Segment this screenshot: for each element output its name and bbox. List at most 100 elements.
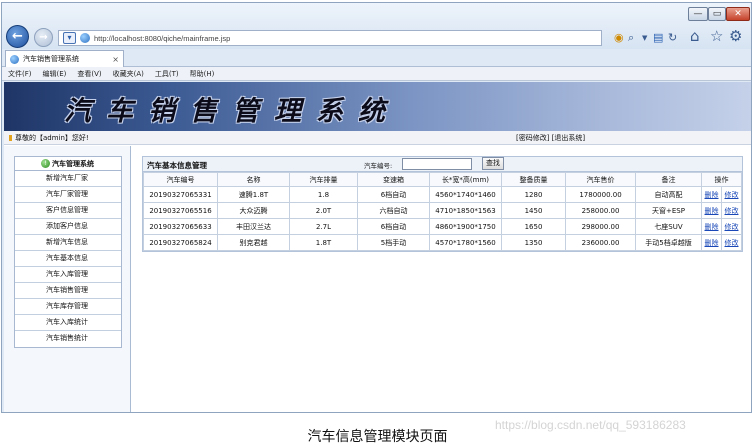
menu-help[interactable]: 帮助(H) — [190, 69, 215, 79]
edit-link[interactable]: 修改 — [721, 234, 742, 251]
cell-price: 236000.00 — [565, 234, 636, 251]
edit-link[interactable]: 修改 — [721, 202, 742, 219]
favorites-star-icon[interactable]: ☆ — [710, 29, 723, 44]
sidebar-header: ! 汽车管理系统 — [15, 157, 121, 171]
tab-title: 汽车销售管理系统 — [23, 55, 79, 63]
table-header-row: 汽车编号 名称 汽车排量 变速箱 长*宽*高(mm) 整备质量 汽车售价 备注 … — [143, 172, 742, 187]
search-button[interactable]: 查找 — [482, 157, 504, 170]
sidebar-item-stock-in-stats[interactable]: 汽车入库统计 — [15, 315, 121, 331]
cell-id: 20190327065516 — [143, 202, 218, 219]
cell-name: 丰田汉兰达 — [217, 218, 290, 235]
close-window-button[interactable]: ✕ — [726, 7, 750, 21]
watermark-text: https://blog.csdn.net/qq_593186283 — [495, 418, 686, 432]
cell-id: 20190327065824 — [143, 234, 218, 251]
column-header: 操作 — [701, 172, 742, 187]
address-url[interactable]: http://localhost:8080/qiche/mainframe.js… — [94, 34, 230, 43]
cell-id: 20190327065331 — [143, 186, 218, 203]
menu-favorites[interactable]: 收藏夹(A) — [113, 69, 144, 79]
cell-gearbox: 5档手动 — [357, 234, 430, 251]
address-bar[interactable]: ▾ http://localhost:8080/qiche/mainframe.… — [58, 30, 602, 46]
column-header: 整备质量 — [501, 172, 566, 187]
table-row: 20190327065331 速腾1.8T 1.8 6档自动 4560*1740… — [143, 186, 742, 203]
back-arrow-icon[interactable]: ← — [6, 25, 29, 48]
cell-gearbox: 六档自动 — [357, 202, 430, 219]
sidebar-item-car-info[interactable]: 汽车基本信息 — [15, 251, 121, 267]
cell-weight: 1650 — [501, 218, 566, 235]
maximize-button[interactable]: ▭ — [708, 7, 726, 21]
search-input[interactable] — [402, 158, 472, 170]
tab-close-icon[interactable]: × — [112, 55, 119, 64]
sidebar-item-sales-stats[interactable]: 汽车销售统计 — [15, 331, 121, 347]
column-header: 长*宽*高(mm) — [429, 172, 502, 187]
browser-tab[interactable]: 汽车销售管理系统 × — [5, 50, 124, 67]
sidebar-item-sales[interactable]: 汽车销售管理 — [15, 283, 121, 299]
menu-file[interactable]: 文件(F) — [8, 69, 32, 79]
cell-note: 手动5档卓越版 — [635, 234, 702, 251]
delete-link[interactable]: 删除 — [701, 234, 722, 251]
cell-note: 七座SUV — [635, 218, 702, 235]
column-header: 变速箱 — [357, 172, 430, 187]
menu-bar: 文件(F) 编辑(E) 查看(V) 收藏夹(A) 工具(T) 帮助(H) — [2, 67, 751, 81]
bullet-icon — [9, 135, 12, 141]
home-icon[interactable]: ⌂ — [690, 29, 700, 44]
cell-dimensions: 4710*1850*1563 — [429, 202, 502, 219]
edit-link[interactable]: 修改 — [721, 186, 742, 203]
info-bar: 尊敬的【admin】您好! [密码修改] [退出系统] — [4, 131, 751, 145]
compat-view-icon[interactable]: ◉ — [614, 31, 624, 45]
delete-link[interactable]: 删除 — [701, 186, 722, 203]
page-dropdown-icon[interactable]: ▾ — [63, 32, 76, 44]
sidebar-item-manufacturer-management[interactable]: 汽车厂家管理 — [15, 187, 121, 203]
cell-name: 速腾1.8T — [217, 186, 290, 203]
cell-dimensions: 4860*1900*1750 — [429, 218, 502, 235]
account-links[interactable]: [密码修改] [退出系统] — [516, 133, 585, 143]
cell-price: 298000.00 — [565, 218, 636, 235]
search-label: 汽车编号: — [364, 162, 393, 170]
cell-gearbox: 6档自动 — [357, 218, 430, 235]
sidebar-item-stock-in[interactable]: 汽车入库管理 — [15, 267, 121, 283]
column-header: 汽车排量 — [289, 172, 358, 187]
cell-name: 大众迈腾 — [217, 202, 290, 219]
cell-id: 20190327065633 — [143, 218, 218, 235]
menu-view[interactable]: 查看(V) — [77, 69, 101, 79]
menu-tools[interactable]: 工具(T) — [155, 69, 179, 79]
browser-window: — ▭ ✕ ← → ▾ http://localhost:8080/qiche/… — [1, 2, 752, 413]
search-icon[interactable]: ⌕ — [628, 31, 634, 45]
content-header: 汽车基本信息管理 汽车编号: 查找 — [143, 157, 742, 172]
chevron-down-icon[interactable]: ▼ — [642, 31, 647, 45]
column-header: 备注 — [635, 172, 702, 187]
delete-link[interactable]: 删除 — [701, 202, 722, 219]
sidebar-item-add-customer[interactable]: 添加客户信息 — [15, 219, 121, 235]
sidebar-menu: ! 汽车管理系统 新增汽车厂家 汽车厂家管理 客户信息管理 添加客户信息 新增汽… — [14, 156, 122, 348]
column-header: 汽车编号 — [143, 172, 218, 187]
cell-note: 自动高配 — [635, 186, 702, 203]
banner-title: 汽车销售管理系统 — [64, 96, 400, 127]
sidebar-item-inventory[interactable]: 汽车库存管理 — [15, 299, 121, 315]
table-row: 20190327065516 大众迈腾 2.0T 六档自动 4710*1850*… — [143, 202, 742, 219]
sidebar-item-add-manufacturer[interactable]: 新增汽车厂家 — [15, 171, 121, 187]
browser-titlebar: — ▭ ✕ ← → ▾ http://localhost:8080/qiche/… — [2, 3, 751, 49]
site-banner: 汽车销售管理系统 — [4, 82, 751, 131]
sidebar: ! 汽车管理系统 新增汽车厂家 汽车厂家管理 客户信息管理 添加客户信息 新增汽… — [4, 146, 131, 412]
page-title: 汽车基本信息管理 — [147, 161, 207, 170]
tab-favicon-icon — [10, 54, 19, 64]
rss-icon[interactable]: ▤ — [653, 31, 663, 45]
cell-weight: 1350 — [501, 234, 566, 251]
menu-edit[interactable]: 编辑(E) — [43, 69, 67, 79]
content-panel: 汽车基本信息管理 汽车编号: 查找 汽车编号 名称 汽车排量 变速箱 长*宽*高… — [142, 156, 743, 252]
cell-displacement: 2.7L — [289, 218, 358, 235]
table-row: 20190327065633 丰田汉兰达 2.7L 6档自动 4860*1900… — [143, 218, 742, 235]
cell-dimensions: 4560*1740*1460 — [429, 186, 502, 203]
sidebar-item-customer-management[interactable]: 客户信息管理 — [15, 203, 121, 219]
sidebar-item-add-car[interactable]: 新增汽车信息 — [15, 235, 121, 251]
info-icon: ! — [41, 159, 50, 168]
forward-arrow-icon[interactable]: → — [34, 28, 53, 47]
column-header: 名称 — [217, 172, 290, 187]
edit-link[interactable]: 修改 — [721, 218, 742, 235]
welcome-text: 尊敬的【admin】您好! — [15, 134, 89, 142]
cell-price: 1780000.00 — [565, 186, 636, 203]
gear-icon[interactable]: ⚙ — [729, 29, 742, 44]
web-page: 汽车销售管理系统 尊敬的【admin】您好! [密码修改] [退出系统] ! 汽… — [4, 82, 751, 412]
delete-link[interactable]: 删除 — [701, 218, 722, 235]
minimize-button[interactable]: — — [688, 7, 708, 21]
refresh-icon[interactable]: ↻ — [668, 31, 677, 45]
